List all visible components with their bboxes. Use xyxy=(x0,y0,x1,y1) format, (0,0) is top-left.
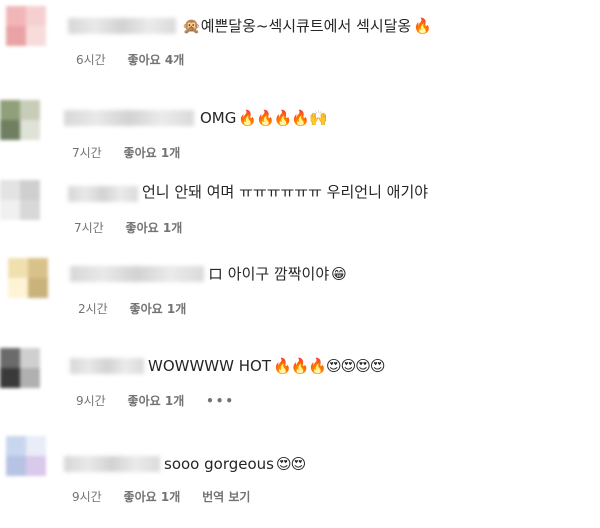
likes-count[interactable]: 좋아요 1개 xyxy=(124,146,181,160)
comment-item: 언니 안돼 여며 ㅠㅠㅠㅠㅠㅠ 우리언니 애기야 7시간 좋아요 1개 xyxy=(0,168,600,248)
username[interactable] xyxy=(64,456,160,472)
emoji: 🔥🔥🔥😍😍😍😍 xyxy=(272,357,386,375)
comment-text: WOWWWW HOT 🔥🔥🔥😍😍😍😍 xyxy=(148,357,386,375)
more-options-icon[interactable]: ••• xyxy=(206,394,235,408)
likes-count[interactable]: 좋아요 1개 xyxy=(124,490,181,504)
time[interactable]: 7시간 xyxy=(72,146,102,160)
username[interactable] xyxy=(64,110,194,126)
time[interactable]: 9시간 xyxy=(72,490,102,504)
emoji: 🔥 xyxy=(413,17,432,35)
comment-text: 🙊예쁜달옹~섹시큐트에서 섹시달옹 🔥 xyxy=(182,17,432,35)
likes-count[interactable]: 좋아요 1개 xyxy=(130,302,187,316)
comment-text: 언니 안돼 여며 ㅠㅠㅠㅠㅠㅠ 우리언니 애기야 xyxy=(142,183,429,201)
emoji: 😁 xyxy=(331,265,347,283)
emoji-lead: 🙊 xyxy=(182,17,201,35)
username[interactable] xyxy=(70,358,144,374)
avatar[interactable] xyxy=(0,180,40,220)
comment-meta: 9시간 좋아요 1개 ••• xyxy=(76,392,253,409)
username[interactable] xyxy=(70,266,204,282)
time[interactable]: 7시간 xyxy=(74,221,104,235)
avatar[interactable] xyxy=(0,100,40,140)
comment-meta: 6시간 좋아요 4개 xyxy=(76,51,202,68)
time[interactable]: 2시간 xyxy=(78,302,108,316)
avatar[interactable] xyxy=(6,436,46,476)
emoji: 🔥🔥🔥🔥🙌 xyxy=(238,109,327,127)
avatar[interactable] xyxy=(0,348,40,388)
comment-text: ロ 아이구 깜짝이야 😁 xyxy=(208,265,347,283)
comment-item: 🙊예쁜달옹~섹시큐트에서 섹시달옹 🔥 6시간 좋아요 4개 xyxy=(0,0,600,80)
comment-meta: 2시간 좋아요 1개 xyxy=(78,300,204,317)
comment-meta: 9시간 좋아요 1개 번역 보기 xyxy=(72,488,268,505)
emoji: 😍😍 xyxy=(275,455,306,473)
comment-text: sooo gorgeous 😍😍 xyxy=(164,455,306,473)
comment-item: ロ 아이구 깜짝이야 😁 2시간 좋아요 1개 xyxy=(0,246,600,326)
comment-meta: 7시간 좋아요 1개 xyxy=(74,219,200,236)
comment-item: WOWWWW HOT 🔥🔥🔥😍😍😍😍 9시간 좋아요 1개 ••• xyxy=(0,334,600,414)
comment-item: OMG 🔥🔥🔥🔥🙌 7시간 좋아요 1개 xyxy=(0,88,600,168)
translate-link[interactable]: 번역 보기 xyxy=(202,490,250,504)
time[interactable]: 6시간 xyxy=(76,53,106,67)
username[interactable] xyxy=(68,186,138,202)
likes-count[interactable]: 좋아요 4개 xyxy=(128,53,185,67)
likes-count[interactable]: 좋아요 1개 xyxy=(126,221,183,235)
username[interactable] xyxy=(68,18,176,34)
avatar[interactable] xyxy=(6,6,46,46)
time[interactable]: 9시간 xyxy=(76,394,106,408)
comment-item: sooo gorgeous 😍😍 9시간 좋아요 1개 번역 보기 xyxy=(0,424,600,504)
comment-meta: 7시간 좋아요 1개 xyxy=(72,144,198,161)
likes-count[interactable]: 좋아요 1개 xyxy=(128,394,185,408)
comment-text: OMG 🔥🔥🔥🔥🙌 xyxy=(200,109,328,127)
avatar[interactable] xyxy=(8,258,48,298)
